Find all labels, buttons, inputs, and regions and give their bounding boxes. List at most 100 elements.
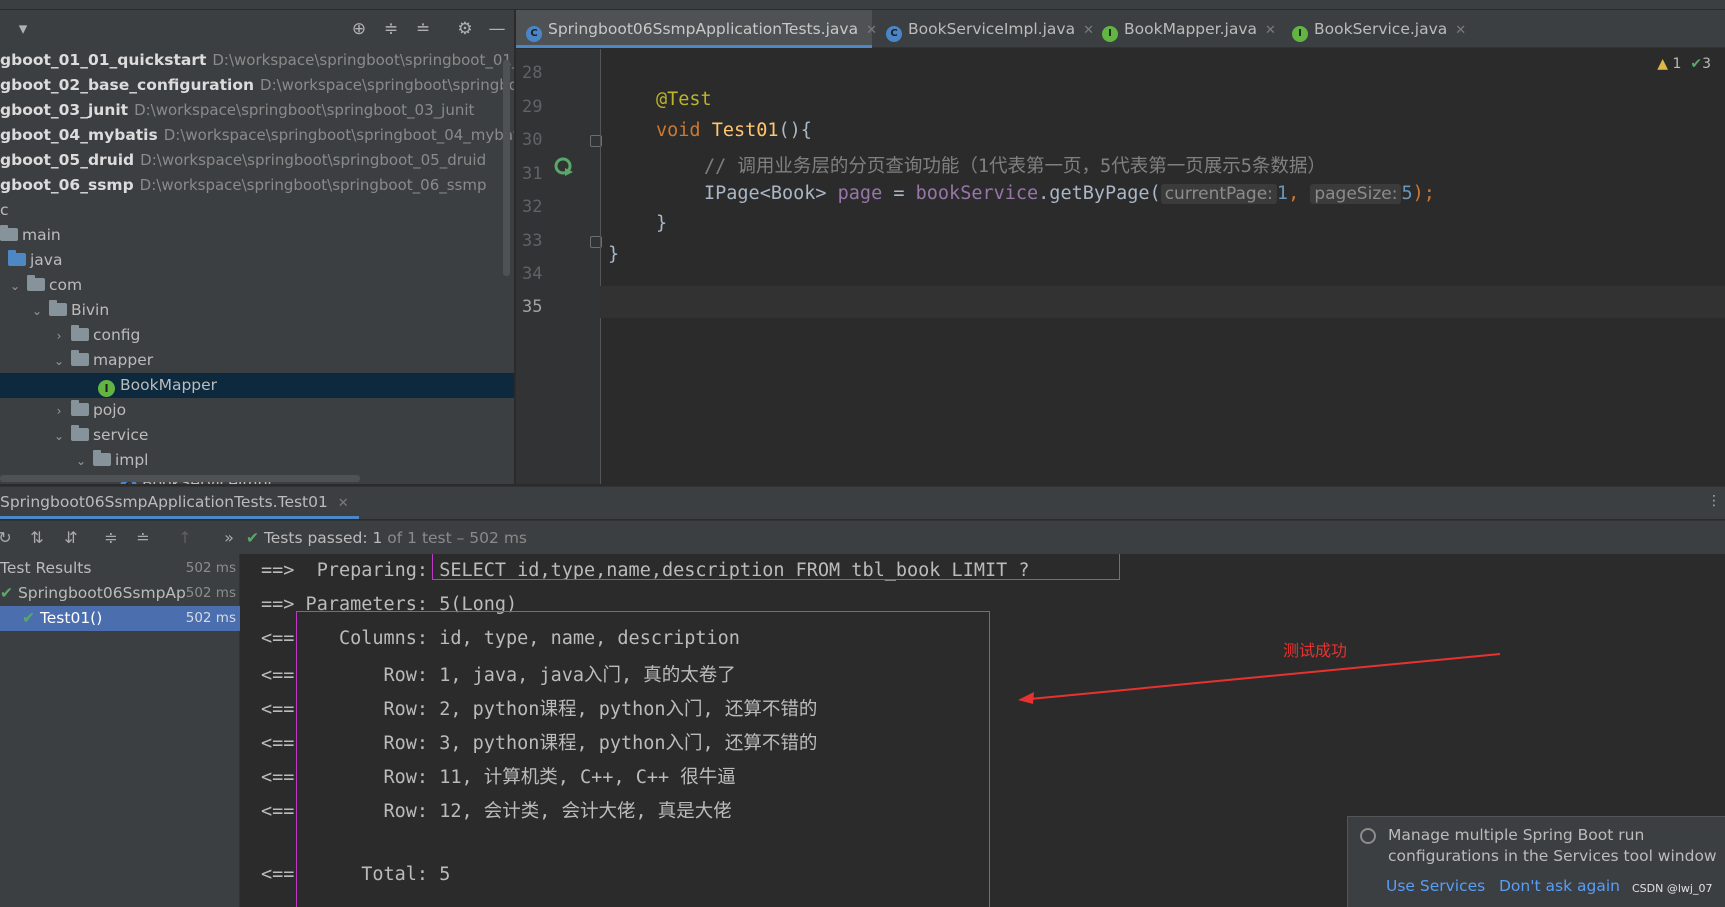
project-item[interactable]: gboot_03_junit D:\workspace\springboot\sp… [0,98,514,123]
arrow-up-icon[interactable]: ↑ [174,526,196,550]
chevron-down-icon[interactable]: ⌄ [8,274,22,299]
test-method-item[interactable]: ✔ Test01() 502 ms [0,606,240,631]
tree-item-c[interactable]: c [0,198,514,223]
tree-label: java [30,251,63,269]
run-test-icon[interactable] [554,157,574,177]
interface-icon: I [1102,26,1118,42]
sql-highlight-box [432,554,1120,580]
number-token: 1 [1276,183,1289,204]
tree-item-java[interactable]: java [0,248,514,273]
tab-book-service[interactable]: I BookService.java ✕ [1282,10,1472,48]
tree-item-book-mapper[interactable]: I BookMapper [0,373,514,398]
project-item[interactable]: gboot_05_druid D:\workspace\springboot\sp… [0,148,514,173]
type-token: IPage<Book> [704,183,838,204]
tab-book-mapper[interactable]: I BookMapper.java ✕ [1092,10,1278,48]
collapse-all-icon[interactable]: ≐ [412,18,434,40]
run-tabbar: Springboot06SsmpApplicationTests.Test01 … [0,487,1725,519]
class-icon: C [886,26,902,42]
tab-springboot06-tests[interactable]: C Springboot06SsmpApplicationTests.java ✕ [516,10,877,48]
tab-label: Springboot06SsmpApplicationTests.Test01 [0,493,328,511]
check-icon: ✔ [0,584,13,602]
code-line-31: // 调用业务层的分页查询功能（1代表第一页，5代表第一页展示5条数据） [704,152,1326,178]
line-number: 29 [522,97,543,117]
sort-alpha-icon[interactable]: ⇅ [26,526,48,550]
sort-duration-icon[interactable]: ⇵ [60,526,82,550]
code-token: } [608,244,620,265]
project-item[interactable]: gboot_04_mybatis D:\workspace\springboot\… [0,123,514,148]
tree-label: Test01() [39,609,103,627]
tree-item-service[interactable]: ⌄ service [0,423,514,448]
tree-item-impl[interactable]: ⌄ impl [0,448,514,473]
chevron-right-icon[interactable]: › [52,399,66,424]
use-services-link[interactable]: Use Services [1386,877,1485,895]
code-token: .getByPage( [1038,183,1161,204]
project-item[interactable]: gboot_02_base_configuration D:\workspace\… [0,73,514,98]
tree-item-com[interactable]: ⌄ com [0,273,514,298]
chevron-down-icon[interactable]: ⌄ [52,424,66,449]
status-count: 1 [372,529,383,547]
chevron-down-icon[interactable]: ▾ [12,18,34,40]
code-line-32: IPage<Book> page = bookService.getByPage… [704,183,1435,204]
vertical-scrollbar[interactable] [503,60,510,276]
tree-item-main[interactable]: main [0,223,514,248]
line-number: 33 [522,231,543,251]
close-icon[interactable]: ✕ [1265,23,1276,38]
test-class-item[interactable]: ✔ Springboot06SsmpAp 502 ms [0,581,240,606]
locate-icon[interactable]: ⊕ [348,18,370,40]
editor-tabs: C Springboot06SsmpApplicationTests.java ✕ … [516,10,1725,48]
tree-item-config[interactable]: › config [0,323,514,348]
project-panel: ▾ ⊕ ≑ ≐ ⚙ — gboot_01_01_quickstart D:\wor… [0,10,514,484]
source-folder-icon [8,250,26,266]
dont-ask-again-link[interactable]: Don't ask again [1499,877,1620,895]
chevron-right-icon[interactable]: › [52,324,66,349]
tree-item-pojo[interactable]: › pojo [0,398,514,423]
chevron-down-icon[interactable]: ⌄ [52,349,66,374]
module-path: D:\workspace\springboot\springboot_03_ju… [134,101,475,119]
tree-item-bivin[interactable]: ⌄ Bivin [0,298,514,323]
project-item[interactable]: gboot_06_ssmp D:\workspace\springboot\spr… [0,173,514,198]
chevron-down-icon[interactable]: ⌄ [30,299,44,324]
editor-panel: C Springboot06SsmpApplicationTests.java ✕ … [516,10,1725,484]
current-line-highlight [600,286,1725,318]
test-results-tree: Test Results 502 ms ✔ Springboot06SsmpAp 5… [0,554,240,907]
module-name: gboot_04_mybatis [0,126,158,144]
duration: 502 ms [185,610,236,626]
inspection-widget[interactable]: ▲ 1 ✔3 [1657,56,1711,72]
tree-item-mapper[interactable]: ⌄ mapper [0,348,514,373]
number-token: 5 [1401,183,1413,204]
more-actions-icon[interactable]: » [218,526,240,550]
code-token: , [1288,183,1311,204]
method-name-token: Test01 [711,120,779,141]
result-highlight-box [296,611,990,907]
collapse-all-icon[interactable]: ≐ [132,526,154,550]
code-token: = [882,183,916,204]
line-number: 35 [522,297,543,317]
chevron-down-icon[interactable]: ⌄ [74,449,88,474]
close-icon[interactable]: ✕ [1455,23,1466,38]
close-icon[interactable]: ✕ [338,496,349,511]
parameter-hint: pageSize: [1310,184,1402,204]
code-line-34: } [608,244,619,265]
gutter: 28 29 30 31 32 33 34 35 [516,49,602,484]
field-token: bookService [915,183,1039,204]
project-item[interactable]: gboot_01_01_quickstart D:\workspace\sprin… [0,48,514,73]
module-name: gboot_01_01_quickstart [0,51,207,69]
more-icon[interactable]: ⋮ [1707,493,1721,509]
rerun-icon[interactable]: ↻ [0,526,16,550]
warning-icon: ▲ [1657,56,1669,72]
horizontal-scrollbar[interactable] [0,475,360,482]
tree-label: impl [114,451,149,469]
gear-icon[interactable]: ⚙ [454,18,476,40]
module-name: gboot_06_ssmp [0,176,134,194]
tree-label: Springboot06SsmpAp [17,584,186,602]
expand-all-icon[interactable]: ≑ [380,18,402,40]
tree-label: Bivin [70,301,110,319]
minimize-icon[interactable]: — [486,18,508,40]
tab-book-service-impl[interactable]: C BookServiceImpl.java ✕ [876,10,1094,48]
expand-all-icon[interactable]: ≑ [100,526,122,550]
test-results-root[interactable]: Test Results 502 ms [0,556,240,581]
folder-icon [48,300,67,316]
check-icon: ✔ [22,609,35,627]
module-name: gboot_05_druid [0,151,135,169]
tab-run-config[interactable]: Springboot06SsmpApplicationTests.Test01 … [0,487,359,519]
